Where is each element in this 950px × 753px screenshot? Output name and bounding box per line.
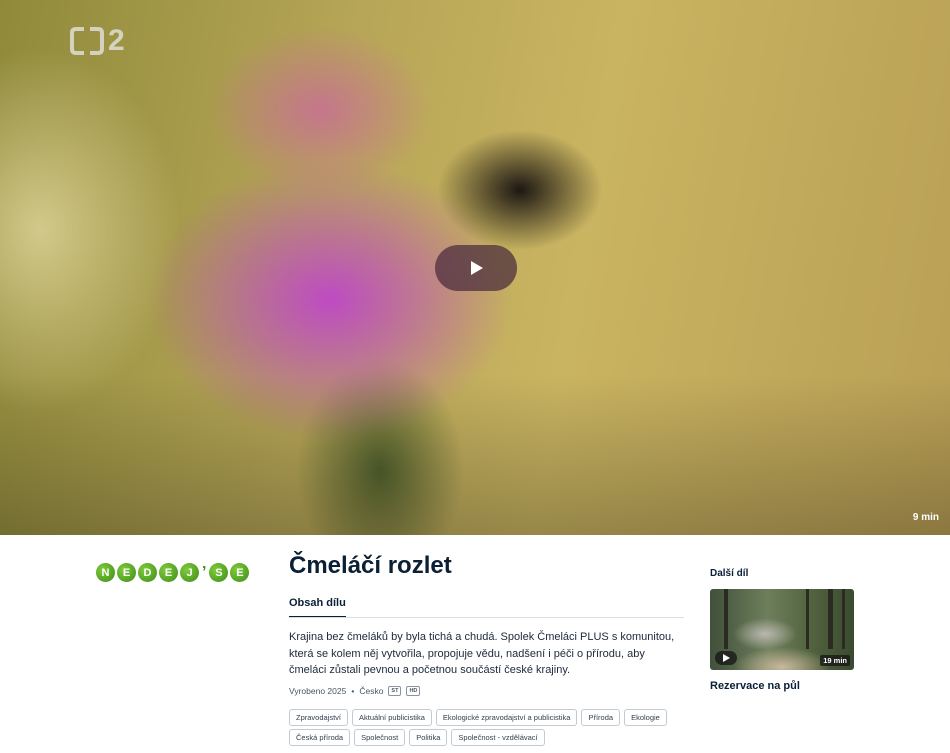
logo-letter: E bbox=[159, 563, 178, 582]
tab-divider bbox=[289, 617, 684, 618]
next-episode-duration: 19 min bbox=[820, 655, 850, 666]
subtitles-badge: ST bbox=[388, 686, 402, 696]
episode-title: Čmeláčí rozlet bbox=[289, 552, 452, 579]
meta-separator: • bbox=[351, 686, 355, 696]
thumbnail-tree-trunk bbox=[724, 589, 728, 649]
play-button[interactable] bbox=[435, 245, 517, 291]
play-icon bbox=[723, 654, 730, 662]
tab-episode-content[interactable]: Obsah dílu bbox=[289, 597, 346, 618]
hd-badge: HD bbox=[406, 686, 421, 696]
logo-apostrophe: ’ bbox=[202, 563, 207, 581]
logo-letter: N bbox=[96, 563, 115, 582]
ct-logo-icon bbox=[70, 27, 104, 55]
video-player[interactable]: 2 9 min bbox=[0, 0, 950, 535]
logo-letter: D bbox=[138, 563, 157, 582]
tag-link[interactable]: Ekologie bbox=[624, 709, 667, 726]
play-icon bbox=[471, 261, 483, 275]
tag-link[interactable]: Společnost bbox=[354, 729, 406, 746]
episode-description: Krajina bez čmeláků by byla tichá a chud… bbox=[289, 631, 675, 676]
tag-link[interactable]: Česká příroda bbox=[289, 729, 351, 746]
logo-letter: S bbox=[209, 563, 229, 582]
logo-letter: E bbox=[117, 563, 136, 582]
show-logo-nedej-se[interactable]: N E D E J ’ S E bbox=[96, 563, 250, 582]
tag-link[interactable]: Společnost - vzdělávací bbox=[451, 729, 545, 746]
tag-link[interactable]: Příroda bbox=[581, 709, 621, 726]
next-episode-heading: Další díl bbox=[710, 568, 749, 579]
next-episode-thumbnail[interactable]: 19 min bbox=[710, 589, 854, 670]
tag-link[interactable]: Ekologické zpravodajství a publicistika bbox=[435, 709, 578, 726]
genre-tags: Zpravodajství Aktuální publicistika Ekol… bbox=[289, 709, 689, 746]
logo-letter: J bbox=[180, 563, 199, 582]
tag-link[interactable]: Aktuální publicistika bbox=[352, 709, 432, 726]
tag-link[interactable]: Politika bbox=[409, 729, 448, 746]
tag-link[interactable]: Zpravodajství bbox=[289, 709, 349, 726]
thumbnail-tree-trunk bbox=[842, 589, 845, 649]
channel-number: 2 bbox=[108, 24, 125, 57]
logo-letter: E bbox=[230, 563, 250, 582]
next-episode-play-button[interactable] bbox=[715, 651, 737, 665]
ct2-channel-logo: 2 bbox=[70, 26, 125, 56]
video-duration: 9 min bbox=[912, 512, 939, 523]
episode-meta: Vyrobeno 2025 • Česko ST HD bbox=[289, 686, 421, 696]
thumbnail-tree-trunk bbox=[828, 589, 833, 649]
production-country: Česko bbox=[359, 686, 384, 696]
thumbnail-tree-trunk bbox=[806, 589, 809, 649]
production-year: Vyrobeno 2025 bbox=[289, 686, 347, 696]
next-episode-title[interactable]: Rezervace na půl bbox=[710, 680, 800, 692]
